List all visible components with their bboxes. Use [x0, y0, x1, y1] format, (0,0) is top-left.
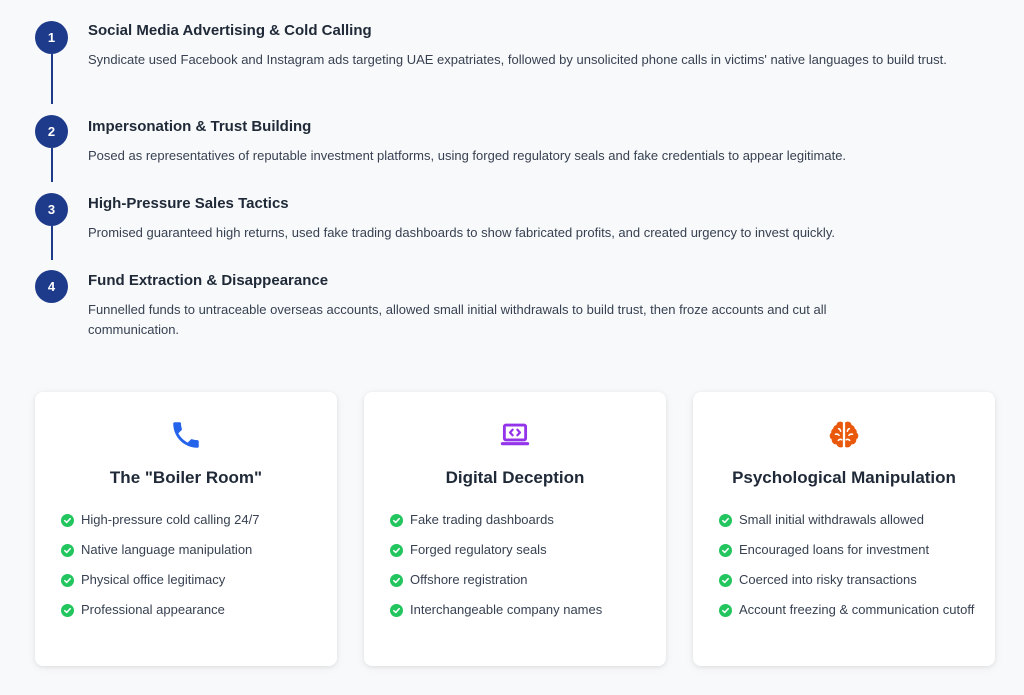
step-connector-line [51, 54, 53, 104]
check-circle-icon [61, 573, 74, 587]
brain-icon [829, 421, 859, 448]
list-item-label: Physical office legitimacy [81, 572, 226, 587]
step-connector-line [51, 226, 53, 260]
check-circle-icon [719, 513, 732, 527]
step-number-badge: 3 [35, 193, 68, 226]
list-item-label: Professional appearance [81, 602, 225, 617]
step-title: High-Pressure Sales Tactics [88, 195, 289, 212]
check-circle-icon [61, 543, 74, 557]
step-connector-line [51, 148, 53, 182]
list-item: Coerced into risky transactions [719, 570, 975, 590]
check-circle-icon [390, 573, 403, 587]
list-item: Offshore registration [390, 570, 646, 590]
laptop-code-icon [500, 423, 530, 446]
card-title: Psychological Manipulation [732, 468, 956, 487]
step-number-badge: 2 [35, 115, 68, 148]
list-item: Fake trading dashboards [390, 510, 646, 530]
list-item-label: Small initial withdrawals allowed [739, 512, 924, 527]
card-title: Digital Deception [445, 468, 585, 487]
check-circle-icon [719, 543, 732, 557]
step-number-badge: 4 [35, 270, 68, 303]
card-feature-list: Small initial withdrawals allowed Encour… [719, 510, 975, 630]
list-item-label: Offshore registration [410, 572, 528, 587]
check-circle-icon [390, 513, 403, 527]
card-feature-list: High-pressure cold calling 24/7 Native l… [61, 510, 317, 630]
list-item-label: Encouraged loans for investment [739, 542, 930, 557]
list-item-label: High-pressure cold calling 24/7 [81, 512, 260, 527]
check-circle-icon [61, 603, 74, 617]
list-item: Small initial withdrawals allowed [719, 510, 975, 530]
card-title: The "Boiler Room" [109, 468, 263, 487]
list-item-label: Interchangeable company names [410, 602, 603, 617]
list-item: Physical office legitimacy [61, 570, 317, 590]
step-description: Syndicate used Facebook and Instagram ad… [88, 52, 947, 67]
tactics-cards: The "Boiler Room" High-pressure cold cal… [35, 392, 995, 666]
list-item-label: Coerced into risky transactions [739, 572, 917, 587]
list-item-label: Fake trading dashboards [410, 512, 554, 527]
step-description: Promised guaranteed high returns, used f… [88, 225, 835, 240]
phone-icon [173, 422, 199, 448]
list-item: Forged regulatory seals [390, 540, 646, 560]
list-item-label: Forged regulatory seals [410, 542, 547, 557]
card-boiler-room: The "Boiler Room" High-pressure cold cal… [35, 392, 337, 666]
list-item: Interchangeable company names [390, 600, 646, 620]
step-number-badge: 1 [35, 21, 68, 54]
list-item-label: Native language manipulation [81, 542, 253, 557]
card-digital-deception: Digital Deception Fake trading dashboard… [364, 392, 666, 666]
list-item: Native language manipulation [61, 540, 317, 560]
card-psychological-manipulation: Psychological Manipulation Small initial… [693, 392, 995, 666]
step-title: Fund Extraction & Disappearance [88, 272, 329, 289]
step-title: Impersonation & Trust Building [88, 118, 312, 135]
check-circle-icon [390, 543, 403, 557]
step-description: Posed as representatives of reputable in… [88, 148, 847, 163]
check-circle-icon [61, 513, 74, 527]
list-item: High-pressure cold calling 24/7 [61, 510, 317, 530]
list-item-label: Account freezing & communication cutoff [739, 602, 975, 617]
list-item: Encouraged loans for investment [719, 540, 975, 560]
check-circle-icon [390, 603, 403, 617]
check-circle-icon [719, 573, 732, 587]
step-description: Funnelled funds to untraceable overseas … [88, 302, 827, 337]
check-circle-icon [719, 603, 732, 617]
card-feature-list: Fake trading dashboards Forged regulator… [390, 510, 646, 630]
step-title: Social Media Advertising & Cold Calling [88, 22, 372, 39]
list-item: Account freezing & communication cutoff [719, 600, 975, 620]
list-item: Professional appearance [61, 600, 317, 620]
